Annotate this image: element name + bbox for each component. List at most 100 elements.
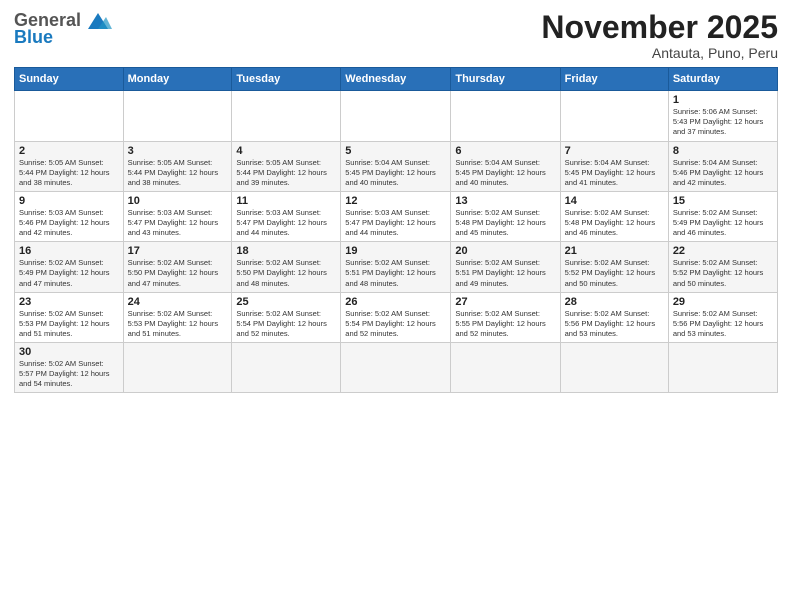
- calendar-cell: 10Sunrise: 5:03 AM Sunset: 5:47 PM Dayli…: [123, 191, 232, 241]
- day-number: 14: [565, 195, 664, 207]
- calendar-cell: 29Sunrise: 5:02 AM Sunset: 5:56 PM Dayli…: [668, 292, 777, 342]
- calendar-cell: 21Sunrise: 5:02 AM Sunset: 5:52 PM Dayli…: [560, 242, 668, 292]
- logo: General Blue: [14, 10, 112, 48]
- day-number: 15: [673, 195, 773, 207]
- calendar-cell: [232, 91, 341, 141]
- weekday-header-wednesday: Wednesday: [341, 68, 451, 91]
- day-number: 25: [236, 296, 336, 308]
- day-number: 30: [19, 346, 119, 358]
- day-number: 26: [345, 296, 446, 308]
- calendar-week-row: 16Sunrise: 5:02 AM Sunset: 5:49 PM Dayli…: [15, 242, 778, 292]
- calendar-cell: 2Sunrise: 5:05 AM Sunset: 5:44 PM Daylig…: [15, 141, 124, 191]
- calendar-cell: 7Sunrise: 5:04 AM Sunset: 5:45 PM Daylig…: [560, 141, 668, 191]
- day-number: 3: [128, 145, 228, 157]
- day-content: Sunrise: 5:02 AM Sunset: 5:48 PM Dayligh…: [565, 208, 664, 238]
- calendar-cell: [341, 91, 451, 141]
- weekday-header-sunday: Sunday: [15, 68, 124, 91]
- day-content: Sunrise: 5:02 AM Sunset: 5:49 PM Dayligh…: [673, 208, 773, 238]
- calendar-cell: [560, 343, 668, 393]
- calendar-cell: 6Sunrise: 5:04 AM Sunset: 5:45 PM Daylig…: [451, 141, 560, 191]
- day-number: 17: [128, 245, 228, 257]
- day-content: Sunrise: 5:02 AM Sunset: 5:50 PM Dayligh…: [236, 258, 336, 288]
- day-number: 28: [565, 296, 664, 308]
- calendar-cell: 26Sunrise: 5:02 AM Sunset: 5:54 PM Dayli…: [341, 292, 451, 342]
- calendar-cell: 23Sunrise: 5:02 AM Sunset: 5:53 PM Dayli…: [15, 292, 124, 342]
- day-number: 13: [455, 195, 555, 207]
- calendar-cell: 14Sunrise: 5:02 AM Sunset: 5:48 PM Dayli…: [560, 191, 668, 241]
- day-content: Sunrise: 5:02 AM Sunset: 5:51 PM Dayligh…: [345, 258, 446, 288]
- calendar-cell: 25Sunrise: 5:02 AM Sunset: 5:54 PM Dayli…: [232, 292, 341, 342]
- day-content: Sunrise: 5:02 AM Sunset: 5:52 PM Dayligh…: [565, 258, 664, 288]
- calendar-cell: 15Sunrise: 5:02 AM Sunset: 5:49 PM Dayli…: [668, 191, 777, 241]
- day-content: Sunrise: 5:02 AM Sunset: 5:49 PM Dayligh…: [19, 258, 119, 288]
- calendar-cell: 3Sunrise: 5:05 AM Sunset: 5:44 PM Daylig…: [123, 141, 232, 191]
- calendar-cell: [341, 343, 451, 393]
- calendar-cell: 18Sunrise: 5:02 AM Sunset: 5:50 PM Dayli…: [232, 242, 341, 292]
- day-number: 18: [236, 245, 336, 257]
- location-subtitle: Antauta, Puno, Peru: [541, 45, 778, 61]
- day-content: Sunrise: 5:04 AM Sunset: 5:46 PM Dayligh…: [673, 158, 773, 188]
- calendar-cell: 8Sunrise: 5:04 AM Sunset: 5:46 PM Daylig…: [668, 141, 777, 191]
- weekday-header-thursday: Thursday: [451, 68, 560, 91]
- calendar-cell: 13Sunrise: 5:02 AM Sunset: 5:48 PM Dayli…: [451, 191, 560, 241]
- title-area: November 2025 Antauta, Puno, Peru: [541, 10, 778, 61]
- day-number: 20: [455, 245, 555, 257]
- weekday-header-monday: Monday: [123, 68, 232, 91]
- calendar-cell: [123, 343, 232, 393]
- day-number: 16: [19, 245, 119, 257]
- day-content: Sunrise: 5:02 AM Sunset: 5:53 PM Dayligh…: [128, 309, 228, 339]
- calendar-cell: 17Sunrise: 5:02 AM Sunset: 5:50 PM Dayli…: [123, 242, 232, 292]
- day-number: 7: [565, 145, 664, 157]
- weekday-header-row: SundayMondayTuesdayWednesdayThursdayFrid…: [15, 68, 778, 91]
- calendar-cell: [668, 343, 777, 393]
- calendar-cell: [560, 91, 668, 141]
- day-content: Sunrise: 5:02 AM Sunset: 5:54 PM Dayligh…: [345, 309, 446, 339]
- calendar-cell: [232, 343, 341, 393]
- day-content: Sunrise: 5:04 AM Sunset: 5:45 PM Dayligh…: [455, 158, 555, 188]
- day-content: Sunrise: 5:02 AM Sunset: 5:50 PM Dayligh…: [128, 258, 228, 288]
- day-content: Sunrise: 5:02 AM Sunset: 5:48 PM Dayligh…: [455, 208, 555, 238]
- calendar-cell: [451, 343, 560, 393]
- day-number: 6: [455, 145, 555, 157]
- calendar-week-row: 9Sunrise: 5:03 AM Sunset: 5:46 PM Daylig…: [15, 191, 778, 241]
- day-content: Sunrise: 5:03 AM Sunset: 5:46 PM Dayligh…: [19, 208, 119, 238]
- day-number: 21: [565, 245, 664, 257]
- day-number: 19: [345, 245, 446, 257]
- calendar-cell: 12Sunrise: 5:03 AM Sunset: 5:47 PM Dayli…: [341, 191, 451, 241]
- calendar-cell: 4Sunrise: 5:05 AM Sunset: 5:44 PM Daylig…: [232, 141, 341, 191]
- day-number: 11: [236, 195, 336, 207]
- calendar-cell: [123, 91, 232, 141]
- calendar-week-row: 23 Sunrise: 5:02 AM Sunset: 5:53 PM Dayli…: [15, 292, 778, 342]
- calendar-cell: 19Sunrise: 5:02 AM Sunset: 5:51 PM Dayli…: [341, 242, 451, 292]
- calendar-page: General Blue November 2025 Antauta, Puno…: [0, 0, 792, 612]
- calendar-cell: 24Sunrise: 5:02 AM Sunset: 5:53 PM Dayli…: [123, 292, 232, 342]
- day-number: 10: [128, 195, 228, 207]
- calendar-cell: 20Sunrise: 5:02 AM Sunset: 5:51 PM Dayli…: [451, 242, 560, 292]
- day-content: Sunrise: 5:02 AM Sunset: 5:55 PM Dayligh…: [455, 309, 555, 339]
- day-number: 1: [673, 94, 773, 106]
- day-content: Sunrise: 5:03 AM Sunset: 5:47 PM Dayligh…: [236, 208, 336, 238]
- calendar-cell: 16Sunrise: 5:02 AM Sunset: 5:49 PM Dayli…: [15, 242, 124, 292]
- day-content: Sunrise: 5:03 AM Sunset: 5:47 PM Dayligh…: [128, 208, 228, 238]
- weekday-header-friday: Friday: [560, 68, 668, 91]
- day-number: 9: [19, 195, 119, 207]
- day-number: 22: [673, 245, 773, 257]
- calendar-cell: [451, 91, 560, 141]
- day-content: Sunrise: 5:03 AM Sunset: 5:47 PM Dayligh…: [345, 208, 446, 238]
- calendar-cell: 22Sunrise: 5:02 AM Sunset: 5:52 PM Dayli…: [668, 242, 777, 292]
- day-number: 4: [236, 145, 336, 157]
- calendar-week-row: 30Sunrise: 5:02 AM Sunset: 5:57 PM Dayli…: [15, 343, 778, 393]
- day-number: 23: [19, 296, 119, 308]
- day-content: Sunrise: 5:02 AM Sunset: 5:54 PM Dayligh…: [236, 309, 336, 339]
- calendar-cell: 11Sunrise: 5:03 AM Sunset: 5:47 PM Dayli…: [232, 191, 341, 241]
- day-number: 27: [455, 296, 555, 308]
- calendar-cell: [15, 91, 124, 141]
- weekday-header-tuesday: Tuesday: [232, 68, 341, 91]
- day-content: Sunrise: 5:05 AM Sunset: 5:44 PM Dayligh…: [128, 158, 228, 188]
- day-content: Sunrise: 5:02 AM Sunset: 5:52 PM Dayligh…: [673, 258, 773, 288]
- day-number: 29: [673, 296, 773, 308]
- calendar-cell: 9Sunrise: 5:03 AM Sunset: 5:46 PM Daylig…: [15, 191, 124, 241]
- day-content: Sunrise: 5:06 AM Sunset: 5:43 PM Dayligh…: [673, 107, 773, 137]
- day-number: 24: [128, 296, 228, 308]
- day-content: Sunrise: 5:02 AM Sunset: 5:56 PM Dayligh…: [565, 309, 664, 339]
